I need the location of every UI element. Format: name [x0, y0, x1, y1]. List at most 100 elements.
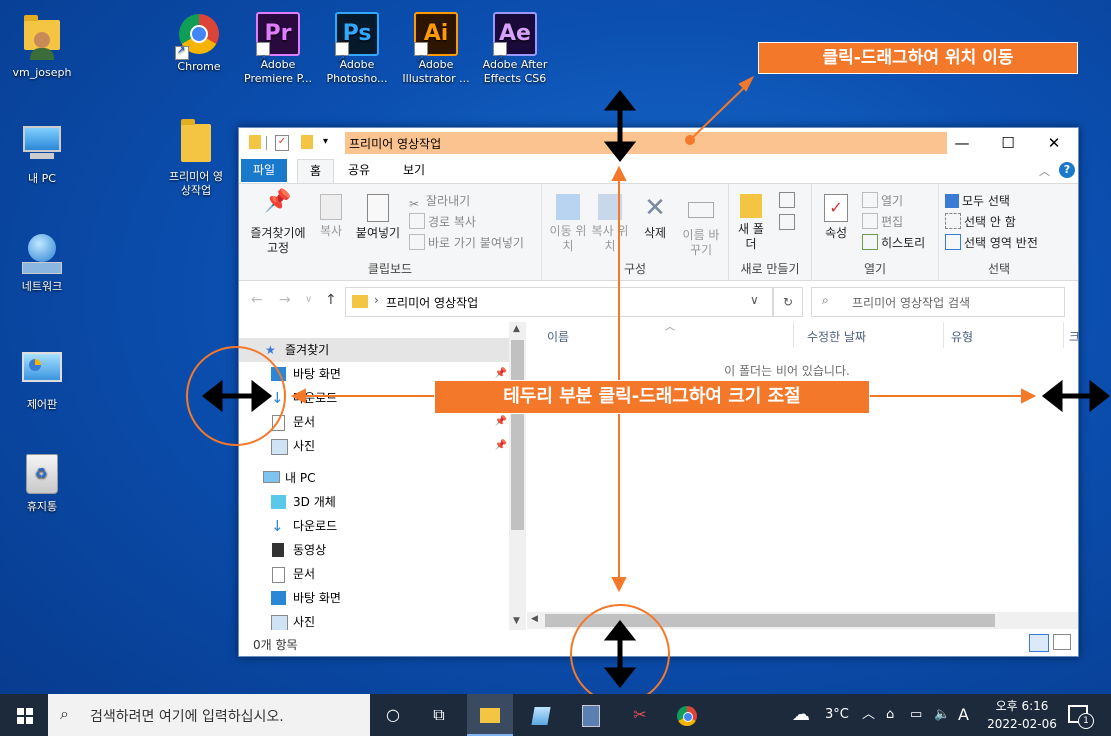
nav-favorites[interactable]: ★ 즐겨찾기: [239, 338, 509, 362]
nav-videos[interactable]: 동영상: [239, 538, 509, 562]
column-date-modified[interactable]: 수정한 날짜: [807, 328, 866, 345]
desktop-icon-this-pc[interactable]: 내 PC: [2, 122, 82, 186]
move-to-button[interactable]: 이동 위치: [548, 194, 588, 254]
quick-access-dropdown-icon[interactable]: ▾: [323, 136, 328, 147]
notes-app-icon[interactable]: [518, 694, 564, 736]
tab-view[interactable]: 보기: [391, 159, 437, 182]
nav-pc-desktop[interactable]: 바탕 화면: [239, 586, 509, 610]
properties-quick-icon[interactable]: ✓: [275, 135, 289, 151]
scroll-left-icon[interactable]: ◀: [531, 614, 538, 624]
search-input[interactable]: ⌕ 프리미어 영상작업 검색: [811, 287, 1065, 317]
calculator-icon[interactable]: [568, 694, 614, 736]
chrome-taskbar-icon[interactable]: [664, 694, 710, 736]
meet-now-icon[interactable]: ⌂: [886, 694, 894, 736]
minimize-button[interactable]: —: [939, 128, 985, 159]
open-button[interactable]: 열기: [862, 192, 903, 209]
up-arrow-icon[interactable]: ↑: [325, 292, 337, 308]
desktop-icon-label: 프리미어 영상작업: [168, 170, 224, 197]
taskbar-search-input[interactable]: ⌕ 검색하려면 여기에 입력하십시오.: [48, 694, 370, 736]
tab-share[interactable]: 공유: [336, 159, 382, 182]
new-item-icon[interactable]: [779, 192, 795, 208]
tab-file[interactable]: 파일: [241, 159, 288, 182]
group-open: ✓ 속성 열기 편집 히스토리 열기: [812, 184, 939, 280]
close-button[interactable]: ✕: [1031, 128, 1077, 159]
volume-icon[interactable]: 🔈: [934, 694, 950, 736]
desktop-icon-premiere-folder[interactable]: 프리미어 영상작업: [156, 119, 236, 198]
desktop-icon-illustrator[interactable]: Ai Adobe Illustrator ...: [396, 12, 476, 86]
weather-cloud-icon[interactable]: ☁: [792, 694, 810, 736]
nav-pc-downloads[interactable]: ↓ 다운로드: [239, 514, 509, 538]
task-view-circle-icon[interactable]: ○: [370, 694, 416, 736]
nav-this-pc[interactable]: 내 PC: [239, 466, 509, 490]
rename-button[interactable]: 이름 바꾸기: [678, 194, 724, 258]
notification-icon[interactable]: 1: [1068, 705, 1094, 729]
column-type[interactable]: 유형: [951, 328, 973, 345]
refresh-icon[interactable]: ↻: [773, 287, 803, 317]
taskbar-search-placeholder: 검색하려면 여기에 입력하십시오.: [90, 709, 284, 725]
title-bar[interactable]: ✓ ▾ 프리미어 영상작업 — ☐ ✕: [239, 128, 1078, 159]
scroll-up-icon[interactable]: ▲: [513, 324, 520, 334]
recent-locations-icon[interactable]: ∨: [305, 294, 312, 305]
network-tray-icon[interactable]: ▭: [910, 694, 922, 736]
address-input[interactable]: › 프리미어 영상작업 ∨: [345, 287, 773, 317]
file-list[interactable]: ︿ 이름 수정한 날짜 유형 크 이 폴더는 비어 있습니다. ◀: [527, 322, 1080, 630]
nav-pc-documents[interactable]: 문서: [239, 562, 509, 586]
desktop-icon-recycle-bin[interactable]: ♻ 휴지통: [2, 452, 82, 514]
show-hidden-icons-chevron-icon[interactable]: ︿: [862, 694, 875, 736]
cut-button[interactable]: ✂ 잘라내기: [409, 192, 470, 211]
nav-fav-pictures[interactable]: 사진 📌: [239, 434, 509, 458]
desktop-icon-network[interactable]: 네트워크: [2, 232, 82, 294]
column-divider: [1063, 322, 1064, 348]
desktop-icon-photoshop[interactable]: Ps Adobe Photosho...: [317, 12, 397, 86]
desktop-icon-label: Adobe Premiere P...: [244, 58, 312, 85]
nav-3d-objects[interactable]: 3D 개체: [239, 490, 509, 514]
nav-pc-pictures[interactable]: 사진: [239, 610, 509, 630]
weather-temp[interactable]: 3°C: [825, 694, 849, 736]
back-arrow-icon[interactable]: ←: [251, 292, 263, 308]
new-folder-button[interactable]: 새 폴더: [733, 194, 769, 252]
desktop-icon-aftereffects[interactable]: Ae Adobe After Effects CS6: [475, 12, 555, 86]
easy-access-icon[interactable]: [779, 214, 795, 230]
details-view-icon[interactable]: [1029, 634, 1049, 652]
invert-selection-button[interactable]: 선택 영역 반전: [945, 234, 1038, 251]
desktop-icon-premiere[interactable]: Pr Adobe Premiere P...: [238, 12, 318, 86]
clock-date: 2022-02-06: [987, 717, 1057, 731]
annotation-move: 클릭-드래그하여 위치 이동: [758, 42, 1078, 74]
paste-shortcut-button[interactable]: 바로 가기 붙여넣기: [409, 234, 524, 251]
copy-path-button[interactable]: 경로 복사: [409, 213, 476, 230]
forward-arrow-icon[interactable]: →: [279, 292, 291, 308]
desktop-icon: [271, 591, 286, 605]
snipping-tool-icon[interactable]: ✂: [617, 694, 663, 736]
edit-button[interactable]: 편집: [862, 213, 903, 230]
copy-button[interactable]: 복사: [313, 194, 349, 239]
task-view-icon[interactable]: ⧉: [416, 694, 462, 736]
paste-button[interactable]: 붙여넣기: [351, 194, 405, 241]
windows-start-icon[interactable]: [2, 694, 48, 736]
paste-shortcut-icon: [409, 234, 425, 250]
ribbon-tabs: 파일 홈 공유 보기 ︿ ?: [239, 159, 1078, 183]
nav-scrollbar-thumb[interactable]: [511, 340, 524, 530]
help-icon[interactable]: ?: [1059, 162, 1075, 178]
clock[interactable]: 오후 6:16 2022-02-06: [980, 697, 1064, 733]
select-none-button[interactable]: 선택 안 함: [945, 213, 1016, 230]
desktop-icon-chrome[interactable]: Chrome: [159, 12, 239, 74]
file-explorer-taskbar-icon[interactable]: [467, 694, 513, 736]
tab-home[interactable]: 홈: [297, 159, 335, 183]
desktop-icon-control-panel[interactable]: 제어판: [2, 346, 82, 412]
desktop-icon-user[interactable]: vm_joseph: [2, 12, 82, 80]
copy-to-button[interactable]: 복사 위치: [590, 194, 630, 254]
select-all-button[interactable]: 모두 선택: [945, 192, 1010, 209]
properties-button[interactable]: ✓ 속성: [816, 194, 856, 241]
address-dropdown-icon[interactable]: ∨: [750, 293, 759, 307]
column-size[interactable]: 크: [1069, 328, 1080, 345]
ime-indicator[interactable]: A: [958, 694, 969, 736]
large-icons-view-icon[interactable]: [1053, 634, 1071, 650]
history-button[interactable]: 히스토리: [862, 234, 925, 251]
maximize-button[interactable]: ☐: [985, 128, 1031, 159]
scroll-down-icon[interactable]: ▼: [513, 616, 520, 626]
pin-to-quick-access-button[interactable]: 📌 즐겨찾기에 고정: [243, 191, 313, 256]
column-name[interactable]: 이름: [547, 328, 569, 345]
chevron-up-icon[interactable]: ︿: [1039, 163, 1050, 179]
delete-button[interactable]: ✕ 삭제: [638, 194, 672, 241]
new-folder-quick-icon[interactable]: [301, 135, 313, 149]
